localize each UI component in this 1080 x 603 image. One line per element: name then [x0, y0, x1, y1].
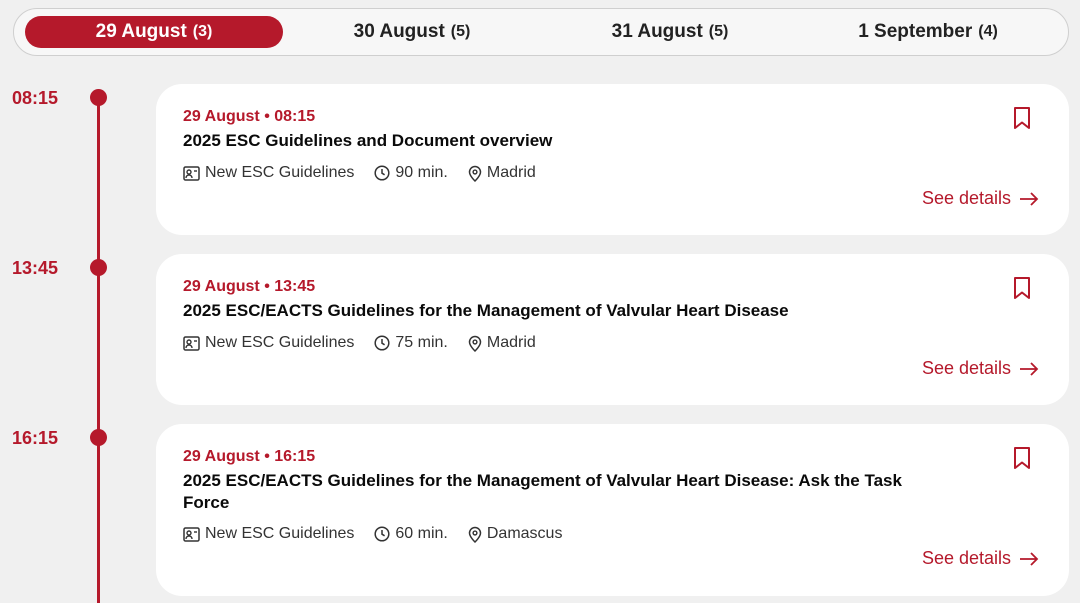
- time-label: 13:45: [12, 258, 59, 278]
- bookmark-icon[interactable]: [1013, 446, 1031, 470]
- date-tabs: 29 August (3) 30 August (5) 31 August (5…: [13, 8, 1069, 56]
- tab-label: 29 August: [95, 21, 187, 42]
- tab-label: 31 August: [611, 21, 703, 42]
- tab-count: (5): [450, 23, 471, 40]
- session-title[interactable]: 2025 ESC/EACTS Guidelines for the Manage…: [183, 300, 903, 322]
- session-location: Damascus: [468, 525, 563, 543]
- session-location: Madrid: [468, 164, 536, 182]
- location-label: Damascus: [486, 525, 563, 542]
- arrow-right-icon: [1020, 551, 1039, 566]
- timeline-dot: [90, 429, 107, 446]
- location-label: Madrid: [486, 164, 536, 181]
- session-card[interactable]: 29 August • 08:15 2025 ESC Guidelines an…: [156, 84, 1069, 235]
- category-label: New ESC Guidelines: [205, 525, 355, 542]
- session-card[interactable]: 29 August • 16:15 2025 ESC/EACTS Guideli…: [156, 424, 1069, 596]
- clock-icon: [374, 165, 390, 181]
- session-duration: 75 min.: [374, 334, 448, 352]
- bookmark-icon[interactable]: [1013, 106, 1031, 130]
- time-label: 16:15: [12, 428, 59, 448]
- clock-icon: [374, 335, 390, 351]
- session-location: Madrid: [468, 334, 536, 352]
- location-pin-icon: [468, 335, 482, 352]
- location-pin-icon: [468, 165, 482, 182]
- category-label: New ESC Guidelines: [205, 164, 355, 181]
- tab-1-september[interactable]: 1 September (4): [799, 16, 1057, 48]
- location-label: Madrid: [486, 334, 536, 351]
- location-pin-icon: [468, 526, 482, 543]
- category-label: New ESC Guidelines: [205, 334, 355, 351]
- session-meta: New ESC Guidelines 75 min. Madrid: [183, 334, 556, 352]
- tab-count: (3): [192, 23, 213, 40]
- tab-31-august[interactable]: 31 August (5): [541, 16, 799, 48]
- timeline-line: [97, 97, 100, 603]
- tab-label: 30 August: [353, 21, 445, 42]
- clock-icon: [374, 526, 390, 542]
- session-category: New ESC Guidelines: [183, 164, 354, 182]
- tab-count: (5): [708, 23, 729, 40]
- tab-count: (4): [978, 23, 998, 40]
- session-card[interactable]: 29 August • 13:45 2025 ESC/EACTS Guideli…: [156, 254, 1069, 405]
- session-meta: New ESC Guidelines 90 min. Madrid: [183, 164, 556, 182]
- arrow-right-icon: [1020, 191, 1039, 206]
- presenter-icon: [183, 526, 200, 542]
- arrow-right-icon: [1020, 361, 1039, 376]
- see-details-label: See details: [921, 188, 1011, 208]
- session-title[interactable]: 2025 ESC Guidelines and Document overvie…: [183, 130, 903, 152]
- session-category: New ESC Guidelines: [183, 525, 354, 543]
- see-details-label: See details: [921, 358, 1011, 378]
- session-duration: 60 min.: [374, 525, 448, 543]
- see-details-link[interactable]: See details: [922, 188, 1039, 209]
- tab-label: 1 September: [858, 21, 973, 42]
- see-details-link[interactable]: See details: [922, 548, 1039, 569]
- tab-30-august[interactable]: 30 August (5): [283, 16, 541, 48]
- tab-29-august[interactable]: 29 August (3): [25, 16, 283, 48]
- see-details-link[interactable]: See details: [922, 358, 1039, 379]
- time-label: 08:15: [12, 88, 59, 108]
- session-category: New ESC Guidelines: [183, 334, 354, 352]
- duration-label: 90 min.: [395, 164, 448, 181]
- see-details-label: See details: [921, 548, 1011, 568]
- bookmark-icon[interactable]: [1013, 276, 1031, 300]
- session-title[interactable]: 2025 ESC/EACTS Guidelines for the Manage…: [183, 470, 903, 514]
- duration-label: 75 min.: [395, 334, 448, 351]
- duration-label: 60 min.: [395, 525, 448, 542]
- timeline-dot: [90, 89, 107, 106]
- timeline-dot: [90, 259, 107, 276]
- session-duration: 90 min.: [374, 164, 448, 182]
- presenter-icon: [183, 335, 200, 351]
- session-date-time: 29 August • 13:45: [183, 278, 316, 295]
- presenter-icon: [183, 165, 200, 181]
- session-date-time: 29 August • 08:15: [183, 108, 316, 125]
- session-date-time: 29 August • 16:15: [183, 448, 316, 465]
- session-meta: New ESC Guidelines 60 min. Damascus: [183, 525, 582, 543]
